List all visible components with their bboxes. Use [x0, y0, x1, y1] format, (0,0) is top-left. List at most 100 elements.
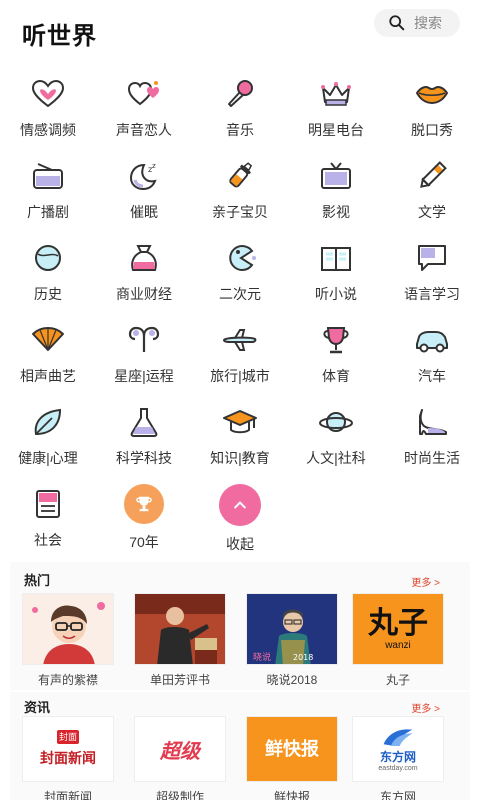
fan-icon [32, 327, 64, 351]
category-parenting[interactable]: 亲子宝贝 [192, 156, 288, 238]
category-label: 二次元 [219, 286, 261, 302]
category-label: 语言学习 [404, 286, 460, 302]
trophy-icon [323, 327, 349, 354]
hot-item[interactable]: 单田芳评书 [132, 593, 228, 688]
eastday-logo: 东方网 eastday.com [352, 716, 444, 782]
category-radio-drama[interactable]: 广播剧 [0, 156, 96, 238]
hot-item[interactable]: 晓说 2018 晓说2018 [244, 593, 340, 688]
category-literature[interactable]: 文学 [384, 156, 480, 238]
hot-item[interactable]: 丸子 wanzi 丸子 [350, 593, 446, 688]
category-label: 音乐 [226, 122, 254, 138]
hot-item-caption: 有声的紫襟 [37, 673, 98, 687]
category-astrology[interactable]: 星座|运程 [96, 320, 192, 402]
category-society[interactable]: 社会 [0, 484, 96, 566]
hot-item[interactable]: 有声的紫襟 [20, 593, 116, 688]
storyteller-cover [134, 593, 226, 665]
radio-icon [33, 163, 63, 189]
microphone-icon [228, 80, 253, 107]
eastday-mark-icon [383, 729, 413, 746]
category-fashion[interactable]: 时尚生活 [384, 402, 480, 484]
xiaoshuo-cover: 晓说 2018 [246, 593, 338, 665]
wanzi-logo: 丸子 wanzi [352, 593, 444, 665]
category-hypnosis[interactable]: zz 催眠 [96, 156, 192, 238]
category-car[interactable]: 汽车 [384, 320, 480, 402]
money-bag-icon [131, 245, 157, 271]
search-label: 搜索 [414, 15, 442, 31]
category-star-radio[interactable]: 明星电台 [288, 74, 384, 156]
trophy-badge-icon [124, 484, 164, 524]
logo-text: 鲜快报 [265, 739, 319, 759]
category-sports[interactable]: 体育 [288, 320, 384, 402]
podcast-cover [22, 593, 114, 665]
fengmian-logo: 封面 封面新闻 [22, 716, 114, 782]
flask-icon [130, 408, 158, 437]
category-music[interactable]: 音乐 [192, 74, 288, 156]
pacman-icon [229, 245, 256, 271]
category-label: 知识|教育 [210, 450, 270, 466]
category-label: 体育 [322, 368, 350, 384]
category-label: 影视 [322, 204, 350, 220]
svg-text:z: z [152, 162, 156, 170]
chaoji-logo: 超级 [134, 716, 226, 782]
svg-text:晓说: 晓说 [253, 651, 271, 663]
category-history[interactable]: 历史 [0, 238, 96, 320]
tv-icon [321, 162, 351, 189]
category-label: 明星电台 [308, 122, 364, 138]
news-more-link[interactable]: 更多 > [411, 700, 440, 715]
hot-item-caption: 晓说2018 [266, 673, 318, 687]
category-label: 科学科技 [116, 450, 172, 466]
category-label: 时尚生活 [404, 450, 460, 466]
category-novel[interactable]: 听小说 [288, 238, 384, 320]
hearts-icon [127, 81, 159, 106]
category-science[interactable]: 科学科技 [96, 402, 192, 484]
search-icon [389, 15, 405, 31]
collapse-button[interactable]: 收起 [192, 484, 288, 566]
news-item[interactable]: 超级 超级制作 [132, 716, 228, 800]
category-humanities[interactable]: 人文|社科 [288, 402, 384, 484]
category-crosstalk[interactable]: 相声曲艺 [0, 320, 96, 402]
heart-icon [31, 79, 65, 108]
moon-icon: zz [129, 162, 157, 191]
logo-subtext: wanzi [385, 639, 411, 651]
crown-icon [321, 82, 351, 106]
news-item[interactable]: 东方网 eastday.com 东方网 [350, 716, 446, 800]
search-button[interactable]: 搜索 [374, 9, 460, 37]
category-emotion[interactable]: 情感调频 [0, 74, 96, 156]
category-talk-show[interactable]: 脱口秀 [384, 74, 480, 156]
category-label: 汽车 [418, 368, 446, 384]
aries-icon [128, 326, 160, 352]
logo-text: 封面新闻 [40, 750, 96, 766]
category-travel[interactable]: 旅行|城市 [192, 320, 288, 402]
news-item[interactable]: 鲜快报 鲜快报 [244, 716, 340, 800]
hot-more-link[interactable]: 更多 > [411, 574, 440, 589]
category-film-tv[interactable]: 影视 [288, 156, 384, 238]
category-70-years[interactable]: 70年 [96, 484, 192, 566]
category-label: 相声曲艺 [20, 368, 76, 384]
category-health[interactable]: 健康|心理 [0, 402, 96, 484]
news-item[interactable]: 封面 封面新闻 封面新闻 [20, 716, 116, 800]
category-voice-lover[interactable]: 声音恋人 [96, 74, 192, 156]
news-item-caption: 封面新闻 [43, 790, 92, 800]
logo-text: 超级 [160, 738, 200, 763]
category-anime[interactable]: 二次元 [192, 238, 288, 320]
category-label: 脱口秀 [411, 122, 453, 138]
category-label: 广播剧 [27, 204, 69, 220]
category-label: 催眠 [130, 204, 158, 220]
category-label: 听小说 [315, 286, 357, 302]
category-business[interactable]: 商业财经 [96, 238, 192, 320]
category-label: 健康|心理 [18, 450, 78, 466]
car-icon [416, 331, 448, 353]
logo-text: 东方网 [379, 750, 416, 764]
category-language[interactable]: 语言学习 [384, 238, 480, 320]
xiankuaibao-logo: 鲜快报 [246, 716, 338, 782]
baby-bottle-icon [229, 162, 253, 188]
category-education[interactable]: 知识|教育 [192, 402, 288, 484]
category-label: 声音恋人 [116, 122, 172, 138]
document-icon [36, 490, 60, 518]
planet-icon [319, 412, 353, 432]
hot-section-title: 热门 [24, 573, 51, 588]
category-label: 文学 [418, 204, 446, 220]
book-icon [321, 247, 351, 271]
graduation-cap-icon [223, 410, 257, 434]
lips-icon [415, 86, 449, 105]
